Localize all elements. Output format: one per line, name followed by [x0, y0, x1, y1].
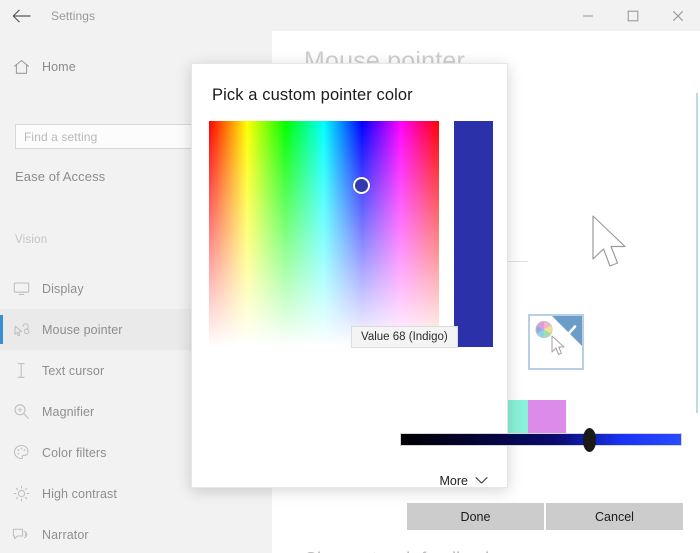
value-slider-thumb[interactable] — [583, 428, 596, 452]
sidebar-item-label: Narrator — [42, 527, 89, 542]
sidebar-item-label: Home — [42, 60, 76, 74]
mouse-pointer-icon — [0, 322, 42, 338]
narrator-icon — [0, 527, 42, 543]
pick-custom-color-dialog: Pick a custom pointer color More Done Ca… — [191, 63, 683, 530]
minimize-button[interactable] — [565, 0, 610, 31]
magnifier-icon — [0, 403, 42, 420]
sidebar-item-label: Display — [42, 281, 84, 296]
sidebar-item-label: High contrast — [42, 486, 117, 501]
value-slider[interactable] — [400, 433, 682, 446]
sidebar-item-label: Mouse pointer — [42, 322, 123, 337]
arrow-left-icon — [12, 9, 31, 23]
value-tooltip: Value 68 (Indigo) — [351, 326, 458, 348]
sidebar-category-title: Ease of Access — [15, 169, 106, 184]
brightness-icon — [0, 485, 42, 502]
more-button[interactable]: More — [440, 474, 488, 488]
sidebar-section-label: Vision — [15, 234, 48, 246]
settings-window: Settings Home Find a setting Ease of Acc… — [0, 0, 700, 553]
monitor-icon — [0, 281, 42, 296]
back-button[interactable] — [0, 0, 42, 31]
close-icon — [672, 10, 684, 22]
more-label: More — [439, 474, 468, 488]
pointer-preview-graphic — [590, 214, 632, 274]
minimize-icon — [582, 10, 594, 22]
section-heading-touch-feedback: Change touch feedback — [304, 549, 494, 553]
sidebar-item-label: Text cursor — [42, 363, 105, 378]
window-controls — [565, 0, 700, 31]
search-placeholder: Find a setting — [24, 129, 98, 144]
color-picker-area — [209, 121, 493, 347]
sidebar-item-narrator[interactable]: Narrator — [0, 514, 272, 553]
maximize-icon — [627, 10, 639, 22]
text-cursor-icon — [0, 362, 42, 379]
color-preview-swatch — [454, 121, 493, 347]
selection-indicator — [0, 315, 3, 344]
palette-icon — [0, 444, 42, 461]
color-picker-marker[interactable] — [353, 177, 370, 194]
close-button[interactable] — [655, 0, 700, 31]
sidebar-item-label: Magnifier — [42, 404, 95, 419]
dialog-title: Pick a custom pointer color — [212, 86, 413, 104]
custom-color-tile[interactable] — [528, 314, 584, 370]
saturation-value-field[interactable] — [209, 121, 439, 347]
color-wheel-icon — [535, 320, 553, 339]
window-title: Settings — [51, 8, 96, 23]
more-row: More — [192, 474, 509, 488]
sidebar-item-label: Color filters — [42, 445, 107, 460]
title-bar: Settings — [0, 0, 700, 31]
dialog-buttons: Done Cancel — [407, 503, 683, 530]
maximize-button[interactable] — [610, 0, 655, 31]
cancel-button[interactable]: Cancel — [546, 503, 683, 530]
content-scrollbar[interactable] — [696, 93, 698, 413]
home-icon — [0, 59, 42, 75]
done-button[interactable]: Done — [407, 503, 544, 530]
chevron-down-icon — [475, 474, 488, 488]
